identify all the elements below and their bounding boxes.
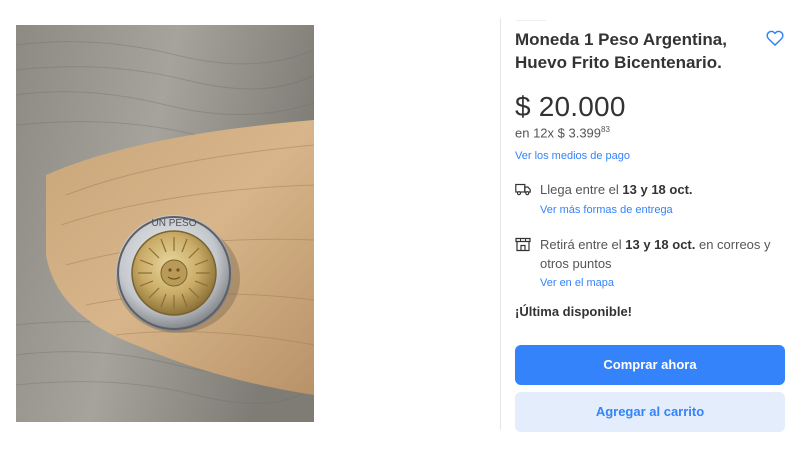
payment-methods-link[interactable]: Ver los medios de pago — [515, 150, 630, 162]
pickup-prefix: Retirá entre el — [540, 237, 626, 252]
truck-icon — [515, 183, 531, 196]
shipping-prefix: Llega entre el — [540, 182, 623, 197]
installments-amount: en 12x $ 3.399 — [515, 125, 602, 141]
shipping-text: Llega entre el 13 y 18 oct. — [540, 180, 785, 199]
buy-now-button[interactable]: Comprar ahora — [515, 345, 785, 385]
top-accent-line — [516, 20, 546, 21]
more-delivery-options-link[interactable]: Ver más formas de entrega — [540, 204, 673, 216]
add-to-cart-button[interactable]: Agregar al carrito — [515, 392, 785, 432]
favorite-button[interactable] — [765, 28, 785, 48]
installments-text: en 12x $ 3.39983 — [515, 125, 610, 140]
pickup-text: Retirá entre el 13 y 18 oct. en correos … — [540, 235, 785, 273]
product-title-line1: Moneda 1 Peso Argentina, — [515, 30, 727, 49]
heart-outline-icon — [766, 30, 784, 46]
product-title: Moneda 1 Peso Argentina, Huevo Frito Bic… — [515, 28, 760, 74]
product-title-line2: Huevo Frito Bicentenario. — [515, 53, 722, 72]
product-price: $ 20.000 — [515, 91, 626, 122]
store-icon — [515, 237, 531, 252]
pickup-dates: 13 y 18 oct. — [625, 237, 696, 252]
product-image[interactable]: UN PESO — [16, 25, 314, 422]
column-divider — [500, 18, 501, 430]
stock-message: ¡Última disponible! — [515, 304, 632, 319]
installments-cents: 83 — [601, 125, 610, 134]
view-on-map-link[interactable]: Ver en el mapa — [540, 277, 614, 289]
shipping-dates: 13 y 18 oct. — [622, 182, 693, 197]
svg-text:UN PESO: UN PESO — [151, 218, 196, 229]
